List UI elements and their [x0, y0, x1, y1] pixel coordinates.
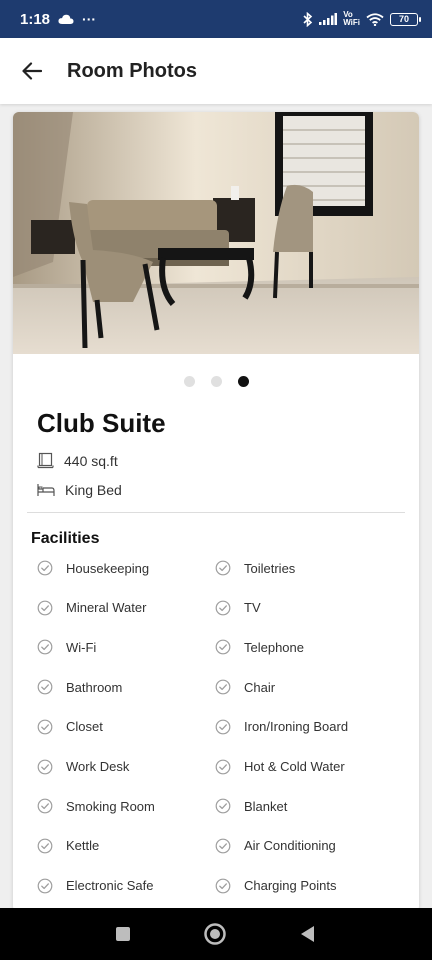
facility-item: Wi-Fi: [37, 639, 96, 655]
facility-label: Toiletries: [244, 560, 296, 576]
facility-label: Mineral Water: [66, 600, 147, 616]
facility-item: Blanket: [215, 798, 287, 814]
room-size-row: 440 sq.ft: [37, 452, 118, 469]
check-circle-icon: [37, 759, 53, 774]
back-button[interactable]: [12, 51, 52, 91]
wifi-icon: [366, 12, 384, 26]
triangle-left-icon: [301, 926, 314, 942]
system-nav-bar: [0, 908, 432, 960]
bed-type-row: King Bed: [37, 482, 122, 498]
app-header: Room Photos: [0, 38, 432, 104]
facility-label: Iron/Ironing Board: [244, 719, 349, 735]
bluetooth-icon: [303, 11, 313, 27]
check-circle-icon: [37, 838, 53, 854]
arrow-left-icon: [22, 62, 42, 80]
facility-label: Telephone: [244, 639, 304, 655]
check-circle-icon: [37, 719, 53, 735]
facility-item: Toiletries: [215, 560, 295, 576]
facility-label: Hot & Cold Water: [244, 759, 345, 774]
check-circle-icon: [215, 600, 231, 616]
facility-label: Wi-Fi: [66, 639, 97, 655]
bed-icon: [37, 484, 55, 496]
cloud-icon: [58, 14, 74, 24]
divider: [27, 512, 405, 513]
more-notifications-icon: ···: [82, 11, 97, 27]
facilities-title: Facilities: [31, 530, 100, 547]
check-circle-icon: [37, 560, 53, 576]
facility-label: TV: [244, 600, 261, 616]
check-circle-icon: [215, 759, 231, 774]
facility-item: Housekeeping: [37, 560, 149, 576]
check-circle-icon: [37, 878, 53, 893]
facility-label: Charging Points: [244, 878, 337, 894]
check-circle-icon: [215, 679, 231, 695]
facility-label: Housekeeping: [66, 560, 150, 576]
status-bar: 1:18 ··· Vo WiFi 70: [0, 0, 432, 38]
check-circle-icon: [215, 639, 231, 655]
square-icon: [116, 927, 130, 941]
facility-label: Chair: [244, 679, 276, 695]
facility-label: Closet: [66, 719, 103, 735]
facility-item: TV: [215, 600, 261, 616]
carousel-dot-active[interactable]: [237, 376, 249, 387]
facility-item: Mineral Water: [37, 600, 146, 616]
facility-label: Kettle: [66, 838, 100, 854]
facility-label: Electronic Safe: [66, 878, 154, 894]
check-circle-icon: [215, 798, 231, 814]
check-circle-icon: [37, 639, 53, 655]
facility-item: Smoking Room: [37, 798, 155, 814]
bed-type: King Bed: [65, 482, 122, 498]
carousel-dots: [13, 376, 419, 387]
battery-icon: 70: [390, 12, 421, 26]
facility-item: Iron/Ironing Board: [215, 719, 348, 735]
back-nav-button[interactable]: [299, 925, 317, 943]
facility-item: Charging Points: [215, 878, 337, 894]
room-photo[interactable]: [13, 112, 419, 354]
check-circle-icon: [215, 719, 231, 735]
check-circle-icon: [37, 600, 53, 616]
facility-item: Air Conditioning: [215, 838, 336, 854]
facility-label: Smoking Room: [66, 798, 155, 814]
facility-item: Work Desk: [37, 759, 129, 775]
check-circle-icon: [215, 560, 231, 576]
room-card: Club Suite 440 sq.ft King Bed Facilities…: [13, 112, 419, 912]
facility-item: Chair: [215, 679, 275, 695]
facility-label: Blanket: [244, 798, 288, 814]
facility-item: Bathroom: [37, 679, 122, 695]
home-button[interactable]: [203, 922, 227, 946]
room-size: 440 sq.ft: [64, 452, 118, 469]
page-title: Room Photos: [67, 59, 197, 82]
room-name: Club Suite: [37, 408, 166, 438]
check-circle-icon: [215, 878, 231, 893]
vowifi-indicator: Vo WiFi: [343, 10, 360, 27]
carousel-dot[interactable]: [183, 376, 195, 387]
check-circle-icon: [37, 679, 53, 695]
check-circle-icon: [215, 838, 231, 854]
recents-button[interactable]: [115, 926, 131, 942]
signal-icon: [319, 13, 338, 25]
area-icon: [37, 452, 54, 469]
facility-label: Air Conditioning: [244, 838, 336, 854]
facility-item: Closet: [37, 719, 103, 735]
circle-icon: [204, 923, 226, 945]
facility-label: Work Desk: [66, 759, 130, 774]
facility-label: Bathroom: [66, 679, 123, 695]
status-time: 1:18: [20, 10, 51, 28]
facility-item: Kettle: [37, 838, 99, 854]
facility-item: Telephone: [215, 639, 304, 655]
carousel-dot[interactable]: [210, 376, 222, 387]
facility-item: Electronic Safe: [37, 878, 153, 894]
facility-item: Hot & Cold Water: [215, 759, 345, 775]
check-circle-icon: [37, 798, 53, 814]
